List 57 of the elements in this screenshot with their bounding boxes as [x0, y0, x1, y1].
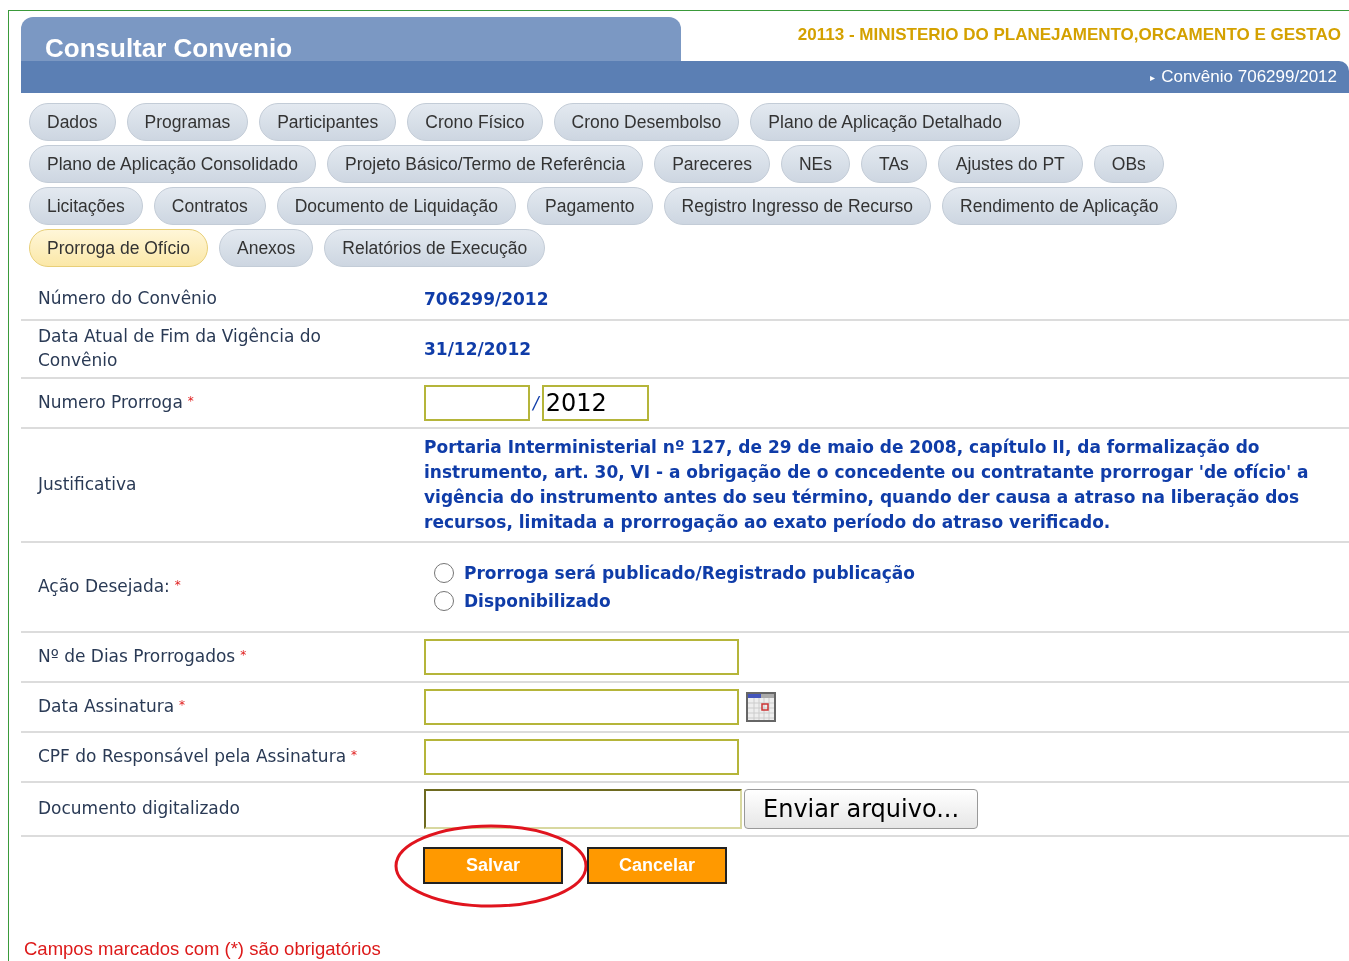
required-mark: *: [179, 697, 186, 712]
field-label: Numero Prorroga: [38, 390, 183, 414]
date-field[interactable]: [424, 688, 739, 725]
tab[interactable]: Prorroga de Ofício: [29, 229, 208, 267]
tab[interactable]: NEs: [780, 145, 850, 183]
tab[interactable]: Crono Desembolso: [553, 103, 740, 141]
radio-label[interactable]: Disponibilizado: [464, 590, 611, 611]
tab[interactable]: Pareceres: [654, 145, 770, 183]
tab[interactable]: Ajustes do PT: [937, 145, 1083, 183]
radio-label[interactable]: Prorroga será publicado/Registrado publicação: [464, 562, 915, 583]
required-mark: *: [240, 647, 247, 662]
radio-button[interactable]: [434, 590, 454, 611]
tab[interactable]: Relatórios de Execução: [324, 229, 546, 267]
tab[interactable]: OBs: [1093, 145, 1164, 183]
tab[interactable]: Pagamento: [527, 187, 653, 225]
tab[interactable]: Anexos: [219, 229, 314, 267]
page-title: Consultar Convenio: [21, 17, 681, 61]
tab[interactable]: Plano de Aplicação Consolidado: [29, 145, 316, 183]
year-field[interactable]: 2012: [541, 384, 649, 421]
field-label: Data Assinatura: [38, 694, 175, 718]
calendar-icon[interactable]: [745, 690, 777, 723]
number-field[interactable]: [424, 384, 530, 421]
tab[interactable]: Dados: [29, 103, 116, 141]
required-mark: *: [174, 577, 181, 592]
justification-text: Portaria Interministerial nº 127, de 29 de maio de 2008, capítulo II, da formalização do instrumento, art. 30, VI - a obrigação de o concedente ou contratante prorrogar 'de ofício' a vigência do instrumento antes do seu término, quando der causa a atraso na liberação dos recursos, limitada a prorrogação ao exato período do atraso verificado.: [424, 435, 1310, 534]
field-value: 706299/2012: [424, 289, 549, 309]
field-value: 31/12/2012: [424, 338, 532, 359]
field-label: CPF do Responsável pela Assinatura: [38, 744, 347, 768]
input-field[interactable]: [424, 738, 739, 775]
required-mark: *: [187, 393, 194, 408]
upload-button[interactable]: Enviar arquivo...: [744, 788, 979, 829]
tab[interactable]: Projeto Básico/Termo de Referência: [327, 145, 644, 183]
tab[interactable]: Participantes: [259, 103, 397, 141]
tab[interactable]: Registro Ingresso de Recurso: [663, 187, 932, 225]
separator-slash: /: [533, 392, 539, 413]
field-label: Nº de Dias Prorrogados: [38, 644, 236, 668]
tab[interactable]: Contratos: [153, 187, 266, 225]
radio-button[interactable]: [434, 562, 454, 583]
tab[interactable]: TAs: [861, 145, 927, 183]
tab[interactable]: Programas: [126, 103, 249, 141]
field-label: Número do Convênio: [38, 287, 217, 311]
field-label: Justificativa: [38, 472, 137, 496]
file-path-field[interactable]: [424, 788, 742, 829]
input-field[interactable]: [424, 638, 739, 675]
field-label: Documento digitalizado: [38, 796, 240, 820]
tab[interactable]: Documento de Liquidação: [276, 187, 517, 225]
tab[interactable]: Rendimento de Aplicação: [942, 187, 1177, 225]
field-label: Data Atual de Fim da Vigência do Convênio: [38, 325, 322, 372]
tab[interactable]: Crono Físico: [407, 103, 543, 141]
field-label: Ação Desejada:: [38, 574, 170, 598]
breadcrumb-arrow-icon: ▸: [1150, 71, 1156, 83]
tab[interactable]: Licitações: [29, 187, 143, 225]
required-fields-note: Campos marcados com (*) são obrigatórios: [23, 937, 382, 960]
breadcrumb-link[interactable]: Convênio 706299/2012: [1161, 67, 1337, 87]
organ-name: 20113 - MINISTERIO DO PLANEJAMENTO,ORCAMENTO E GESTAO: [797, 25, 1342, 45]
required-mark: *: [351, 747, 358, 762]
tab[interactable]: Plano de Aplicação Detalhado: [750, 103, 1020, 141]
